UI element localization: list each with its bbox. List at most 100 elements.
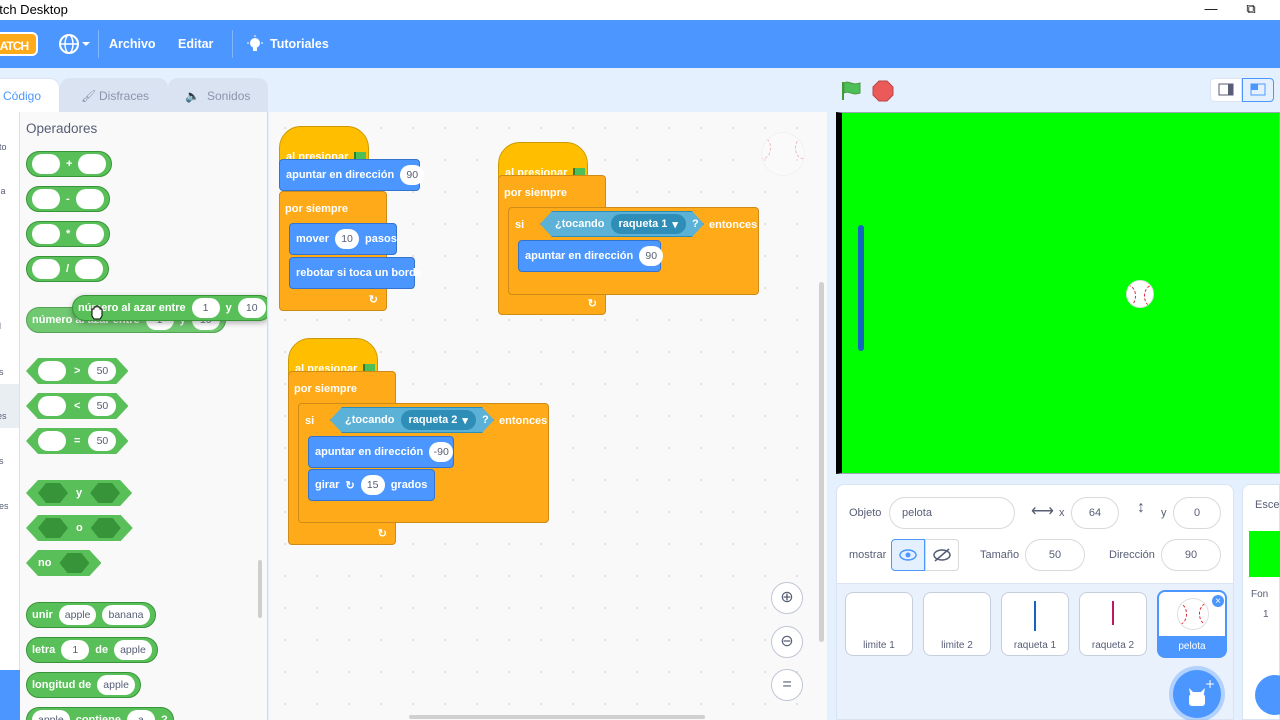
add-extension-button[interactable] — [0, 670, 20, 720]
choose-sprite-button[interactable]: + — [1173, 670, 1221, 718]
length-block[interactable]: longitud de apple — [26, 672, 141, 698]
bounce-on-edge-block[interactable]: rebotar si toca un borde — [289, 257, 422, 289]
slot[interactable] — [32, 154, 60, 174]
choose-backdrop-button[interactable] — [1255, 675, 1280, 715]
slot[interactable]: 10 — [237, 298, 266, 318]
or-block[interactable]: o — [26, 515, 133, 541]
slot[interactable]: apple — [114, 640, 152, 660]
slot[interactable]: apple — [58, 605, 97, 625]
slot[interactable]: 1 — [191, 298, 220, 318]
and-block[interactable]: y — [26, 480, 132, 506]
slot[interactable]: 1 — [61, 640, 90, 660]
small-stage-button[interactable] — [1210, 78, 1242, 102]
file-menu[interactable]: Archivo — [109, 20, 156, 68]
letter-of-block[interactable]: letra 1 de apple — [26, 637, 158, 663]
size-field[interactable]: 50 — [1025, 539, 1085, 571]
sprite-thumb-raqueta-2[interactable]: raqueta 2 — [1079, 592, 1147, 656]
restore-button[interactable]: ⧉ — [1228, 0, 1274, 20]
slot[interactable] — [38, 483, 68, 503]
workspace-vertical-scrollbar[interactable] — [819, 282, 824, 642]
slot[interactable] — [76, 224, 105, 244]
direction-field[interactable]: 90 — [1161, 539, 1221, 571]
code-workspace[interactable]: al presionar apuntar en dirección 90 por … — [269, 112, 827, 720]
add-block[interactable]: + — [26, 151, 113, 177]
slot[interactable] — [32, 259, 60, 279]
tutorials-menu[interactable]: Tutoriales — [270, 20, 329, 68]
x-field[interactable]: 64 — [1071, 497, 1119, 529]
join-block[interactable]: unir apple banana — [26, 602, 156, 628]
equals-block[interactable]: = 50 — [26, 428, 128, 454]
slot[interactable] — [32, 224, 60, 244]
slot[interactable]: 50 — [88, 361, 116, 381]
sprite-dropdown[interactable]: raqueta 1 ▾ — [611, 214, 686, 234]
slot[interactable] — [90, 483, 120, 503]
slot[interactable] — [75, 189, 104, 209]
stage-target-panel[interactable]: Esce Fon 1 — [1242, 484, 1280, 720]
category-operators[interactable]: res — [0, 411, 7, 421]
multiply-block[interactable]: * — [26, 221, 111, 247]
tab-sounds[interactable]: 🔈 Sonidos — [168, 78, 268, 112]
slot[interactable]: apple — [32, 710, 70, 720]
value-slot[interactable]: 90 — [400, 165, 425, 185]
sprite-thumb-limite-2[interactable]: limite 2 — [923, 592, 991, 656]
sprite-thumb-raqueta-1[interactable]: raqueta 1 — [1001, 592, 1069, 656]
language-menu[interactable] — [58, 32, 92, 56]
slot[interactable] — [38, 518, 68, 538]
slot[interactable]: 50 — [88, 396, 116, 416]
point-in-direction-block[interactable]: apuntar en dirección 90 — [279, 159, 425, 191]
less-than-block[interactable]: <50 — [26, 393, 128, 419]
category-looks[interactable]: cia — [0, 186, 6, 196]
category-sensing[interactable]: es — [0, 367, 4, 377]
zoom-out-button[interactable]: ⊖ — [771, 626, 803, 658]
zoom-reset-button[interactable]: = — [771, 669, 803, 701]
point-in-direction-block[interactable]: apuntar en dirección -90 — [308, 436, 454, 468]
value-slot[interactable]: 15 — [360, 475, 385, 495]
slot[interactable] — [32, 189, 60, 209]
stage-thumbnail[interactable] — [1249, 531, 1280, 577]
divide-block[interactable]: / — [26, 256, 110, 282]
show-visible-button[interactable] — [891, 539, 925, 571]
value-slot[interactable]: 90 — [639, 246, 664, 266]
slot[interactable]: a — [126, 710, 155, 720]
sprite-dropdown[interactable]: raqueta 2 ▾ — [401, 410, 476, 430]
workspace-horizontal-scrollbar[interactable] — [409, 715, 705, 719]
slot[interactable] — [78, 154, 107, 174]
slot[interactable]: apple — [97, 675, 135, 695]
slot[interactable] — [38, 361, 66, 381]
contains-block[interactable]: apple contiene a? — [26, 707, 174, 720]
turn-degrees-block[interactable]: girar ↻ 15 grados — [308, 469, 435, 501]
not-block[interactable]: no — [26, 550, 101, 576]
stage-canvas[interactable] — [836, 112, 1280, 474]
category-motion[interactable]: nto — [0, 142, 7, 152]
slot[interactable] — [59, 553, 89, 573]
category-control[interactable]: ol — [0, 321, 1, 331]
greater-than-block[interactable]: >50 — [26, 358, 128, 384]
subtract-block[interactable]: - — [26, 186, 110, 212]
point-in-direction-block[interactable]: apuntar en dirección 90 — [518, 240, 664, 272]
category-variables[interactable]: es — [0, 456, 4, 466]
ball-sprite[interactable] — [1126, 280, 1154, 308]
slot[interactable] — [38, 396, 66, 416]
slot[interactable] — [91, 518, 121, 538]
value-slot[interactable]: -90 — [429, 442, 454, 462]
slot[interactable]: 50 — [88, 431, 116, 451]
sprite-thumb-pelota[interactable]: × pelota — [1157, 590, 1227, 658]
green-flag-icon[interactable] — [840, 80, 862, 102]
show-hidden-button[interactable] — [925, 539, 959, 571]
y-field[interactable]: 0 — [1173, 497, 1221, 529]
slot[interactable] — [38, 431, 66, 451]
zoom-in-button[interactable]: ⊕ — [771, 582, 803, 614]
slot[interactable] — [75, 259, 104, 279]
slot[interactable]: banana — [102, 605, 150, 625]
move-steps-block[interactable]: mover 10 pasos — [289, 223, 397, 255]
palette-scrollbar[interactable] — [258, 560, 262, 618]
tab-costumes[interactable]: 🖌 Disfraces — [60, 78, 168, 112]
paddle-1-sprite[interactable] — [858, 225, 864, 351]
stop-icon[interactable] — [872, 80, 894, 102]
scratch-logo[interactable]: ATCH — [0, 32, 38, 56]
delete-sprite-button[interactable]: × — [1211, 594, 1225, 608]
category-myblocks[interactable]: ues — [0, 501, 9, 511]
sprite-thumb-limite-1[interactable]: limite 1 — [845, 592, 913, 656]
edit-menu[interactable]: Editar — [178, 20, 213, 68]
touching-block[interactable]: ¿tocando raqueta 1 ▾? — [540, 211, 704, 237]
